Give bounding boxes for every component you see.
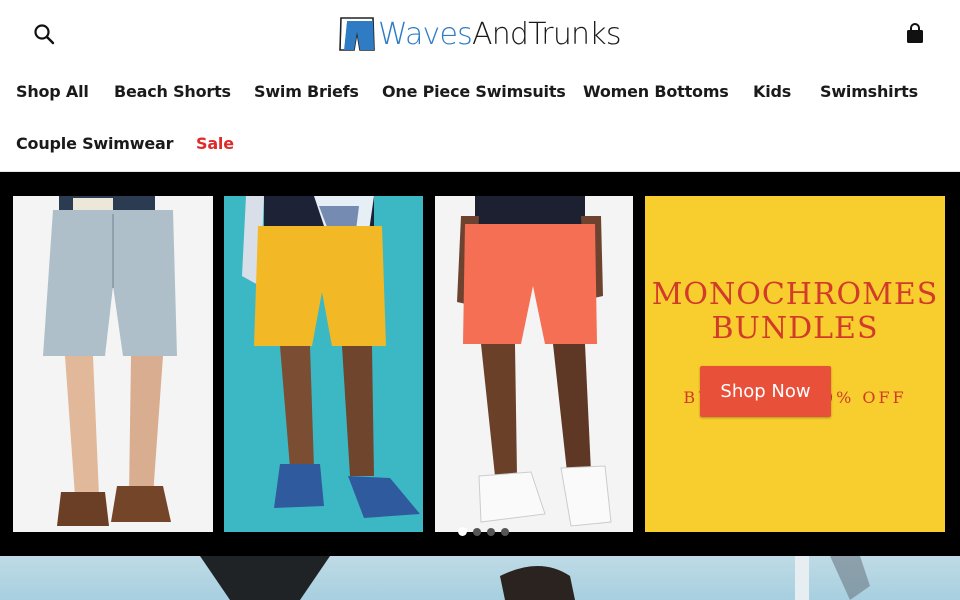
nav-couple-swimwear[interactable]: Couple Swimwear <box>16 134 173 153</box>
main-navigation: Shop All Beach Shorts Swim Briefs One Pi… <box>0 70 960 172</box>
nav-kids[interactable]: Kids <box>753 82 791 101</box>
nav-one-piece-swimsuits[interactable]: One Piece Swimsuits <box>382 82 566 101</box>
product-image-grey-shorts[interactable] <box>13 196 213 532</box>
promo-banner-monochromes[interactable]: MONOCHROMES BUNDLES BUY 2 GET 20% OFF <box>645 196 945 532</box>
carousel-dot-4[interactable] <box>501 527 509 536</box>
carousel-dot-2[interactable] <box>473 527 481 536</box>
nav-women-bottoms[interactable]: Women Bottoms <box>583 82 729 101</box>
site-logo[interactable]: WavesAndTrunks <box>338 14 621 54</box>
product-image-coral-shorts[interactable] <box>435 196 633 532</box>
logo-text-rest: AndTrunks <box>471 16 621 52</box>
nav-sale[interactable]: Sale <box>196 134 234 153</box>
trunks-logo-icon <box>339 17 375 51</box>
search-icon[interactable] <box>32 22 56 46</box>
carousel-dot-1[interactable] <box>458 527 467 536</box>
shopping-bag-icon[interactable] <box>904 22 926 46</box>
nav-shop-all[interactable]: Shop All <box>16 82 89 101</box>
carousel-dot-3[interactable] <box>487 527 495 536</box>
product-image-yellow-shorts[interactable] <box>224 196 423 532</box>
logo-text: WavesAndTrunks <box>378 17 621 52</box>
nav-swimshirts[interactable]: Swimshirts <box>820 82 918 101</box>
logo-text-waves: Waves <box>378 16 473 52</box>
hero-carousel: MONOCHROMES BUNDLES BUY 2 GET 20% OFF <box>0 172 960 556</box>
shop-now-button[interactable]: Shop Now <box>700 366 831 417</box>
site-header: WavesAndTrunks <box>0 0 960 70</box>
secondary-banner-image[interactable] <box>0 556 960 600</box>
promo-title-line2: BUNDLES <box>711 311 879 346</box>
nav-swim-briefs[interactable]: Swim Briefs <box>254 82 359 101</box>
promo-title-line1: MONOCHROMES <box>651 277 939 312</box>
nav-beach-shorts[interactable]: Beach Shorts <box>114 82 231 101</box>
carousel-dots <box>458 527 509 536</box>
